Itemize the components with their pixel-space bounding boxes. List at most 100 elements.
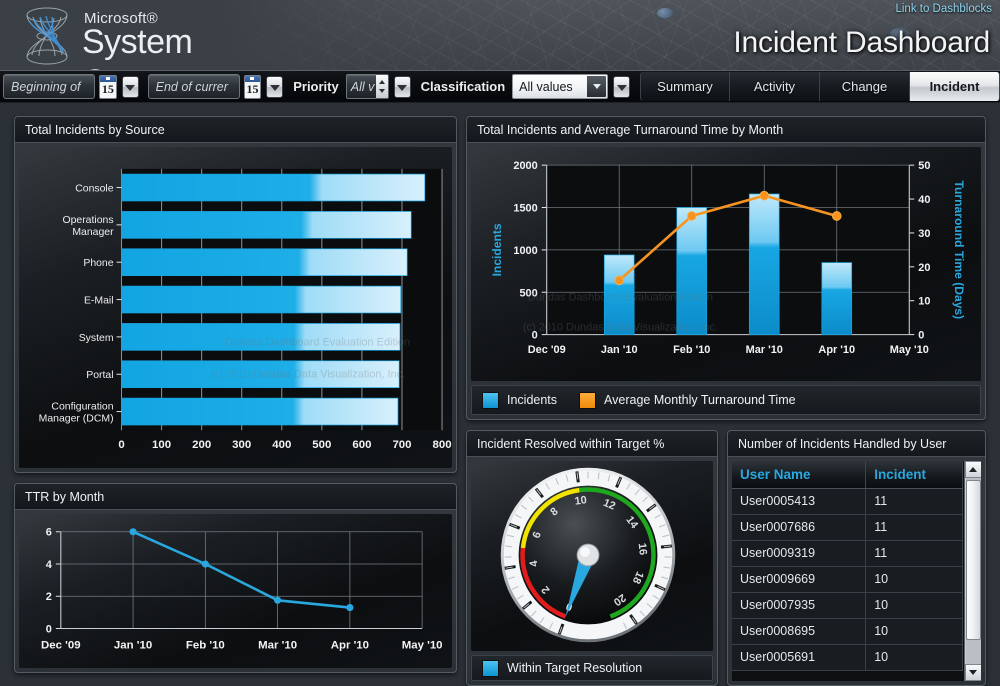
cell-incident-count: 11 bbox=[865, 540, 963, 567]
calendar-day: 15 bbox=[246, 82, 259, 96]
end-date-dropdown-icon[interactable] bbox=[266, 75, 284, 98]
svg-text:Feb '10: Feb '10 bbox=[186, 639, 225, 651]
svg-text:300: 300 bbox=[232, 439, 251, 451]
svg-text:Apr '10: Apr '10 bbox=[818, 344, 855, 356]
legend-label-within-target: Within Target Resolution bbox=[507, 661, 643, 675]
users-table-scrollbar[interactable] bbox=[964, 461, 981, 681]
brand-logo: Microsoft® System Center bbox=[12, 4, 292, 70]
svg-text:Phone: Phone bbox=[83, 258, 113, 269]
panel-title-incidents-by-source: Total Incidents by Source bbox=[15, 117, 456, 143]
svg-text:10: 10 bbox=[918, 296, 930, 308]
chevron-down-icon[interactable] bbox=[587, 76, 607, 97]
cell-incident-count: 11 bbox=[865, 514, 963, 541]
chart-incidents-turnaround: 0 500 1000 1500 2000 0 10 20 30 40 50 Dec '09 Jan '1… bbox=[471, 147, 981, 381]
scrollbar-thumb[interactable] bbox=[965, 480, 981, 640]
svg-text:20: 20 bbox=[918, 262, 930, 274]
stepper-down-icon[interactable] bbox=[378, 89, 385, 93]
classification-dropdown-icon[interactable] bbox=[613, 75, 630, 98]
table-row[interactable]: User0005413 11 bbox=[732, 488, 963, 515]
priority-stepper[interactable] bbox=[375, 74, 389, 99]
classification-value: All values bbox=[519, 79, 573, 94]
tab-activity[interactable]: Activity bbox=[729, 72, 820, 101]
dashboard-tabs: Summary Activity Change Incident bbox=[639, 72, 1000, 101]
scroll-down-icon[interactable] bbox=[964, 664, 981, 681]
stepper-up-icon[interactable] bbox=[378, 80, 385, 84]
priority-dropdown-icon[interactable] bbox=[393, 75, 411, 98]
users-table: User Name Incident User0005413 11 User0007… bbox=[732, 461, 963, 671]
svg-text:System: System bbox=[79, 333, 114, 344]
legend-swatch-turnaround bbox=[579, 391, 597, 409]
col-incident[interactable]: Incident bbox=[865, 461, 963, 489]
svg-text:50: 50 bbox=[918, 160, 930, 172]
classification-select[interactable]: All values bbox=[512, 74, 609, 99]
legend-label-turnaround: Average Monthly Turnaround Time bbox=[604, 393, 796, 407]
combo-chart-trend: 050010001500200001020304050Dec '09 Jan '1… bbox=[490, 160, 966, 356]
svg-text:(c) 2010 Dundas Data Visualiza: (c) 2010 Dundas Data Visualization, Inc. bbox=[210, 369, 405, 381]
scrollbar-track[interactable] bbox=[965, 478, 981, 664]
legend-gauge: Within Target Resolution bbox=[471, 655, 713, 681]
cell-user-name: User0008695 bbox=[732, 618, 867, 645]
svg-text:Manager (DCM): Manager (DCM) bbox=[39, 414, 114, 425]
svg-text:Configuration: Configuration bbox=[51, 402, 113, 413]
tab-summary[interactable]: Summary bbox=[639, 72, 730, 101]
cell-incident-count: 10 bbox=[865, 566, 963, 593]
users-table-body: User0005413 11 User0007686 11 User0009319 11 U… bbox=[732, 488, 963, 671]
svg-text:0: 0 bbox=[46, 623, 52, 635]
svg-text:2000: 2000 bbox=[513, 160, 537, 172]
end-date-input[interactable]: End of currer bbox=[147, 74, 240, 99]
start-date-calendar-icon[interactable]: 15 bbox=[99, 74, 117, 99]
svg-text:Mar '10: Mar '10 bbox=[746, 344, 783, 356]
link-to-dashblocks[interactable]: Link to Dashblocks bbox=[895, 3, 992, 15]
svg-text:Dec '09: Dec '09 bbox=[41, 639, 81, 651]
svg-text:Jan '10: Jan '10 bbox=[114, 639, 152, 651]
start-date-input[interactable]: Beginning of bbox=[3, 74, 95, 99]
end-date-calendar-icon[interactable]: 15 bbox=[243, 74, 262, 99]
svg-text:600: 600 bbox=[352, 439, 371, 451]
legend-label-incidents: Incidents bbox=[507, 393, 558, 407]
cell-user-name: User0005413 bbox=[732, 488, 867, 515]
line-chart-ttr: 0 2 4 6 Dec '09 Jan '10 Feb '10 Mar '10 Apr '10 M… bbox=[41, 527, 443, 651]
svg-text:Jan '10: Jan '10 bbox=[601, 344, 638, 356]
svg-text:200: 200 bbox=[192, 439, 211, 451]
cell-incident-count: 11 bbox=[865, 488, 963, 515]
table-row[interactable]: User0007686 11 bbox=[732, 514, 963, 541]
calendar-day: 15 bbox=[101, 82, 114, 96]
svg-text:700: 700 bbox=[392, 439, 411, 451]
svg-text:0: 0 bbox=[918, 330, 924, 342]
cell-incident-count: 10 bbox=[865, 618, 963, 645]
col-user-name[interactable]: User Name bbox=[732, 461, 867, 489]
svg-text:(c) 2010 Dundas Data Visualiza: (c) 2010 Dundas Data Visualization, Inc. bbox=[523, 322, 718, 334]
cell-user-name: User0007935 bbox=[732, 592, 867, 619]
panel-incidents-turnaround: Total Incidents and Average Turnaround T… bbox=[466, 116, 986, 420]
panel-ttr-by-month: TTR by Month 0 2 4 6 Dec '09 Jan '10 Feb '10 Ma… bbox=[14, 483, 457, 673]
panel-incidents-by-user: Number of Incidents Handled by User User… bbox=[727, 430, 986, 686]
header-decor-dot bbox=[657, 8, 673, 18]
chart-ttr: 0 2 4 6 Dec '09 Jan '10 Feb '10 Mar '10 Apr '10 M… bbox=[19, 514, 452, 668]
scroll-up-icon[interactable] bbox=[964, 461, 981, 478]
page-title: Incident Dashboard bbox=[733, 26, 990, 59]
tab-incident[interactable]: Incident bbox=[909, 72, 1000, 101]
tab-change[interactable]: Change bbox=[819, 72, 910, 101]
panel-title-ttr: TTR by Month bbox=[15, 484, 456, 510]
legend-incidents-turnaround: Incidents Average Monthly Turnaround Tim… bbox=[471, 385, 981, 415]
panel-title-incidents-turnaround: Total Incidents and Average Turnaround T… bbox=[467, 117, 985, 143]
svg-text:400: 400 bbox=[272, 439, 291, 451]
panel-incidents-by-source: Total Incidents by Source 0 100 200 300 400 5… bbox=[14, 116, 457, 473]
table-row[interactable]: User0009319 11 bbox=[732, 540, 963, 567]
brand-product: System Center bbox=[82, 23, 193, 70]
svg-text:May '10: May '10 bbox=[890, 344, 929, 356]
table-row[interactable]: User0008695 10 bbox=[732, 618, 963, 645]
svg-text:500: 500 bbox=[312, 439, 331, 451]
table-row[interactable]: User0005691 10 bbox=[732, 644, 963, 671]
table-row[interactable]: User0009669 10 bbox=[732, 566, 963, 593]
classification-label: Classification bbox=[420, 79, 506, 94]
table-row[interactable]: User0007935 10 bbox=[732, 592, 963, 619]
panel-resolved-within-target: Incident Resolved within Target % 024681… bbox=[466, 430, 718, 686]
priority-input[interactable]: All v bbox=[345, 74, 376, 99]
start-date-dropdown-icon[interactable] bbox=[121, 75, 139, 98]
svg-text:Portal: Portal bbox=[86, 370, 113, 381]
svg-text:4: 4 bbox=[46, 559, 52, 571]
cell-incident-count: 10 bbox=[865, 644, 963, 671]
legend-swatch-within-target bbox=[482, 659, 499, 677]
svg-text:800: 800 bbox=[433, 439, 452, 451]
